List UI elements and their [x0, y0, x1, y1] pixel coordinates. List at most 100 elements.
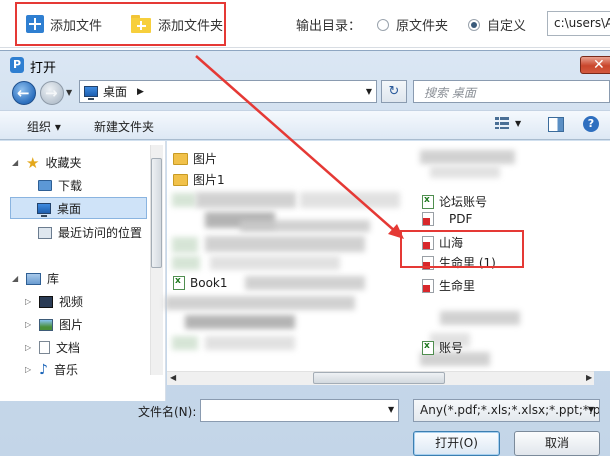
file-name: 生命里 — [439, 279, 476, 293]
forward-arrow-icon: → — [45, 84, 58, 102]
file-item[interactable]: PDF — [422, 212, 472, 226]
radio-original-circle-icon — [377, 18, 389, 31]
redacted-region — [172, 193, 196, 207]
nav-item-pictures[interactable]: ▷ 图片 — [25, 316, 83, 333]
radio-original-label: 原文件夹 — [396, 19, 449, 34]
expander-right-icon[interactable]: ▷ — [25, 343, 33, 352]
redacted-region — [430, 166, 500, 178]
file-item[interactable]: 图片1 — [173, 171, 225, 188]
redacted-region — [165, 296, 355, 310]
nav-item-music[interactable]: ▷ ♪ 音乐 — [25, 361, 78, 378]
nav-item-desktop[interactable]: 桌面 — [10, 197, 147, 219]
filetype-dropdown-icon[interactable]: ▼ — [588, 405, 594, 414]
redacted-region — [185, 315, 295, 329]
preview-pane-button[interactable] — [548, 117, 564, 132]
radio-custom[interactable]: 自定义 — [468, 15, 526, 34]
radio-custom-circle-icon — [468, 18, 480, 31]
nav-pane-scrollbar-thumb[interactable] — [151, 158, 162, 268]
recent-locations-dropdown-icon[interactable]: ▼ — [66, 88, 72, 97]
view-options-button[interactable]: ▼ — [495, 117, 521, 129]
refresh-button[interactable]: ↻ — [381, 80, 407, 103]
scroll-left-arrow-icon[interactable]: ◀ — [170, 373, 176, 382]
radio-original-folder[interactable]: 原文件夹 — [377, 15, 448, 34]
file-item[interactable]: 图片 — [173, 150, 217, 167]
documents-library-icon — [39, 341, 50, 354]
highlight-box-toolbar — [15, 2, 226, 46]
file-name: 图片1 — [193, 173, 225, 187]
nav-label-pictures: 图片 — [59, 318, 84, 332]
star-icon: ★ — [26, 153, 40, 172]
radio-custom-label: 自定义 — [487, 19, 527, 34]
pdf-file-icon — [422, 278, 434, 293]
dialog-title: 打开 — [30, 61, 57, 76]
new-folder-button[interactable]: 新建文件夹 — [94, 118, 154, 135]
excel-file-icon — [422, 194, 434, 209]
nav-label-favorites: 收藏夹 — [45, 156, 82, 170]
address-dropdown-icon[interactable]: ▼ — [366, 87, 372, 96]
file-name: PDF — [449, 212, 473, 226]
excel-file-icon — [422, 340, 434, 355]
filename-input[interactable] — [200, 399, 399, 422]
library-icon — [26, 272, 41, 285]
music-note-icon: ♪ — [39, 361, 48, 378]
nav-item-libraries[interactable]: ◢ 库 — [12, 270, 59, 287]
nav-label-video: 视频 — [59, 295, 84, 309]
expander-down-icon[interactable]: ◢ — [12, 274, 20, 283]
file-list-hscrollbar-thumb[interactable] — [313, 372, 445, 384]
view-dropdown-icon: ▼ — [515, 118, 522, 128]
nav-label-libraries: 库 — [47, 272, 60, 286]
folder-icon — [173, 152, 188, 165]
nav-label-desktop: 桌面 — [57, 201, 82, 216]
desktop-monitor-icon — [84, 86, 98, 100]
expander-right-icon[interactable]: ▷ — [25, 297, 33, 306]
redacted-region — [440, 311, 520, 325]
redacted-region — [300, 192, 400, 208]
file-item[interactable]: 账号 — [422, 339, 463, 356]
cancel-button[interactable]: 取消 — [514, 431, 600, 456]
file-name: 论坛账号 — [439, 195, 488, 209]
nav-item-favorites[interactable]: ◢ ★ 收藏夹 — [12, 154, 81, 171]
back-button[interactable]: ← — [12, 81, 36, 105]
redacted-region — [172, 237, 198, 253]
desktop-icon — [37, 202, 51, 217]
filename-dropdown-icon[interactable]: ▼ — [388, 405, 394, 414]
app-logo-icon: P — [10, 57, 24, 73]
highlight-box-file — [400, 230, 524, 268]
forward-button[interactable]: → — [40, 81, 64, 105]
address-bar[interactable]: 桌面 ▶ ▼ — [79, 80, 377, 103]
video-library-icon — [39, 295, 53, 308]
address-location[interactable]: 桌面 — [103, 83, 127, 100]
expander-down-icon[interactable]: ◢ — [12, 158, 20, 167]
file-item[interactable]: 生命里 — [422, 277, 475, 294]
nav-label-music: 音乐 — [53, 363, 78, 377]
expander-right-icon[interactable]: ▷ — [25, 320, 33, 329]
nav-item-video[interactable]: ▷ 视频 — [25, 293, 83, 310]
redacted-region — [205, 336, 295, 350]
nav-item-documents[interactable]: ▷ 文档 — [25, 339, 80, 356]
open-button[interactable]: 打开(O) — [413, 431, 500, 456]
output-dir-label: 输出目录： — [296, 19, 362, 34]
redacted-region — [210, 256, 340, 270]
redacted-region — [172, 256, 200, 270]
filetype-select[interactable]: Any(*.pdf;*.xls;*.xlsx;*.ppt;*.pp — [413, 399, 600, 422]
filename-label: 文件名(N): — [138, 405, 197, 419]
redacted-region — [196, 192, 296, 208]
file-item[interactable]: 论坛账号 — [422, 193, 487, 210]
address-separator-icon[interactable]: ▶ — [137, 87, 144, 97]
nav-item-recent[interactable]: 最近访问的位置 — [38, 224, 142, 241]
organize-button[interactable]: 组织 ▾ — [27, 118, 61, 135]
file-item[interactable]: Book1 — [173, 276, 228, 290]
close-button[interactable]: ✕ — [580, 56, 610, 74]
redacted-region — [245, 276, 365, 290]
file-name: 账号 — [439, 341, 464, 355]
help-icon[interactable]: ? — [583, 116, 599, 132]
output-path-input[interactable]: c:\users\A — [547, 11, 610, 36]
scroll-right-arrow-icon[interactable]: ▶ — [586, 373, 592, 382]
back-arrow-icon: ← — [17, 84, 30, 102]
file-name: 图片 — [193, 152, 218, 166]
expander-right-icon[interactable]: ▷ — [25, 365, 33, 374]
nav-item-downloads[interactable]: 下载 — [38, 177, 82, 194]
search-input[interactable]: 搜索 桌面 — [413, 80, 610, 103]
downloads-folder-icon — [38, 180, 52, 191]
pdf-file-icon — [422, 212, 434, 226]
